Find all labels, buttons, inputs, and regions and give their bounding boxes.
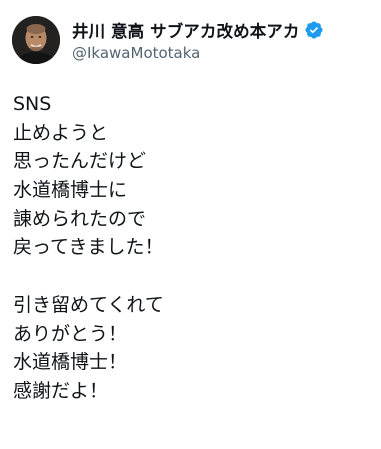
- tweet-line: SNS: [13, 93, 52, 115]
- avatar[interactable]: [12, 16, 60, 64]
- tweet-line: 諌められたので: [13, 207, 147, 230]
- author-handle[interactable]: @IkawaMototaka: [72, 44, 200, 62]
- verified-badge-icon: [304, 20, 324, 40]
- author-name-row[interactable]: 井川 意高 サブアカ改め本アカ: [72, 17, 324, 43]
- tweet-line: 水道橋博士！: [13, 351, 128, 374]
- tweet-text: SNS 止めようと 思ったんだけど 水道橋博士に 諌められたので 戻ってきました…: [13, 90, 363, 406]
- tweet-line: 思ったんだけど: [13, 150, 147, 173]
- tweet-line: 感謝だよ！: [13, 379, 109, 402]
- tweet-header: 井川 意高 サブアカ改め本アカ @IkawaMototaka: [12, 16, 372, 64]
- tweet-line: ありがとう！: [13, 322, 128, 345]
- tweet-card: 井川 意高 サブアカ改め本アカ @IkawaMototaka SNS 止めようと…: [0, 0, 381, 449]
- author-display-name[interactable]: 井川 意高 サブアカ改め本アカ: [72, 18, 300, 42]
- tweet-line: 引き留めてくれて: [13, 293, 164, 316]
- tweet-line: 戻ってきました！: [13, 236, 164, 259]
- tweet-line: 止めようと: [13, 121, 109, 144]
- tweet-line: 水道橋博士に: [13, 179, 128, 202]
- avatar-photo-icon: [12, 16, 60, 64]
